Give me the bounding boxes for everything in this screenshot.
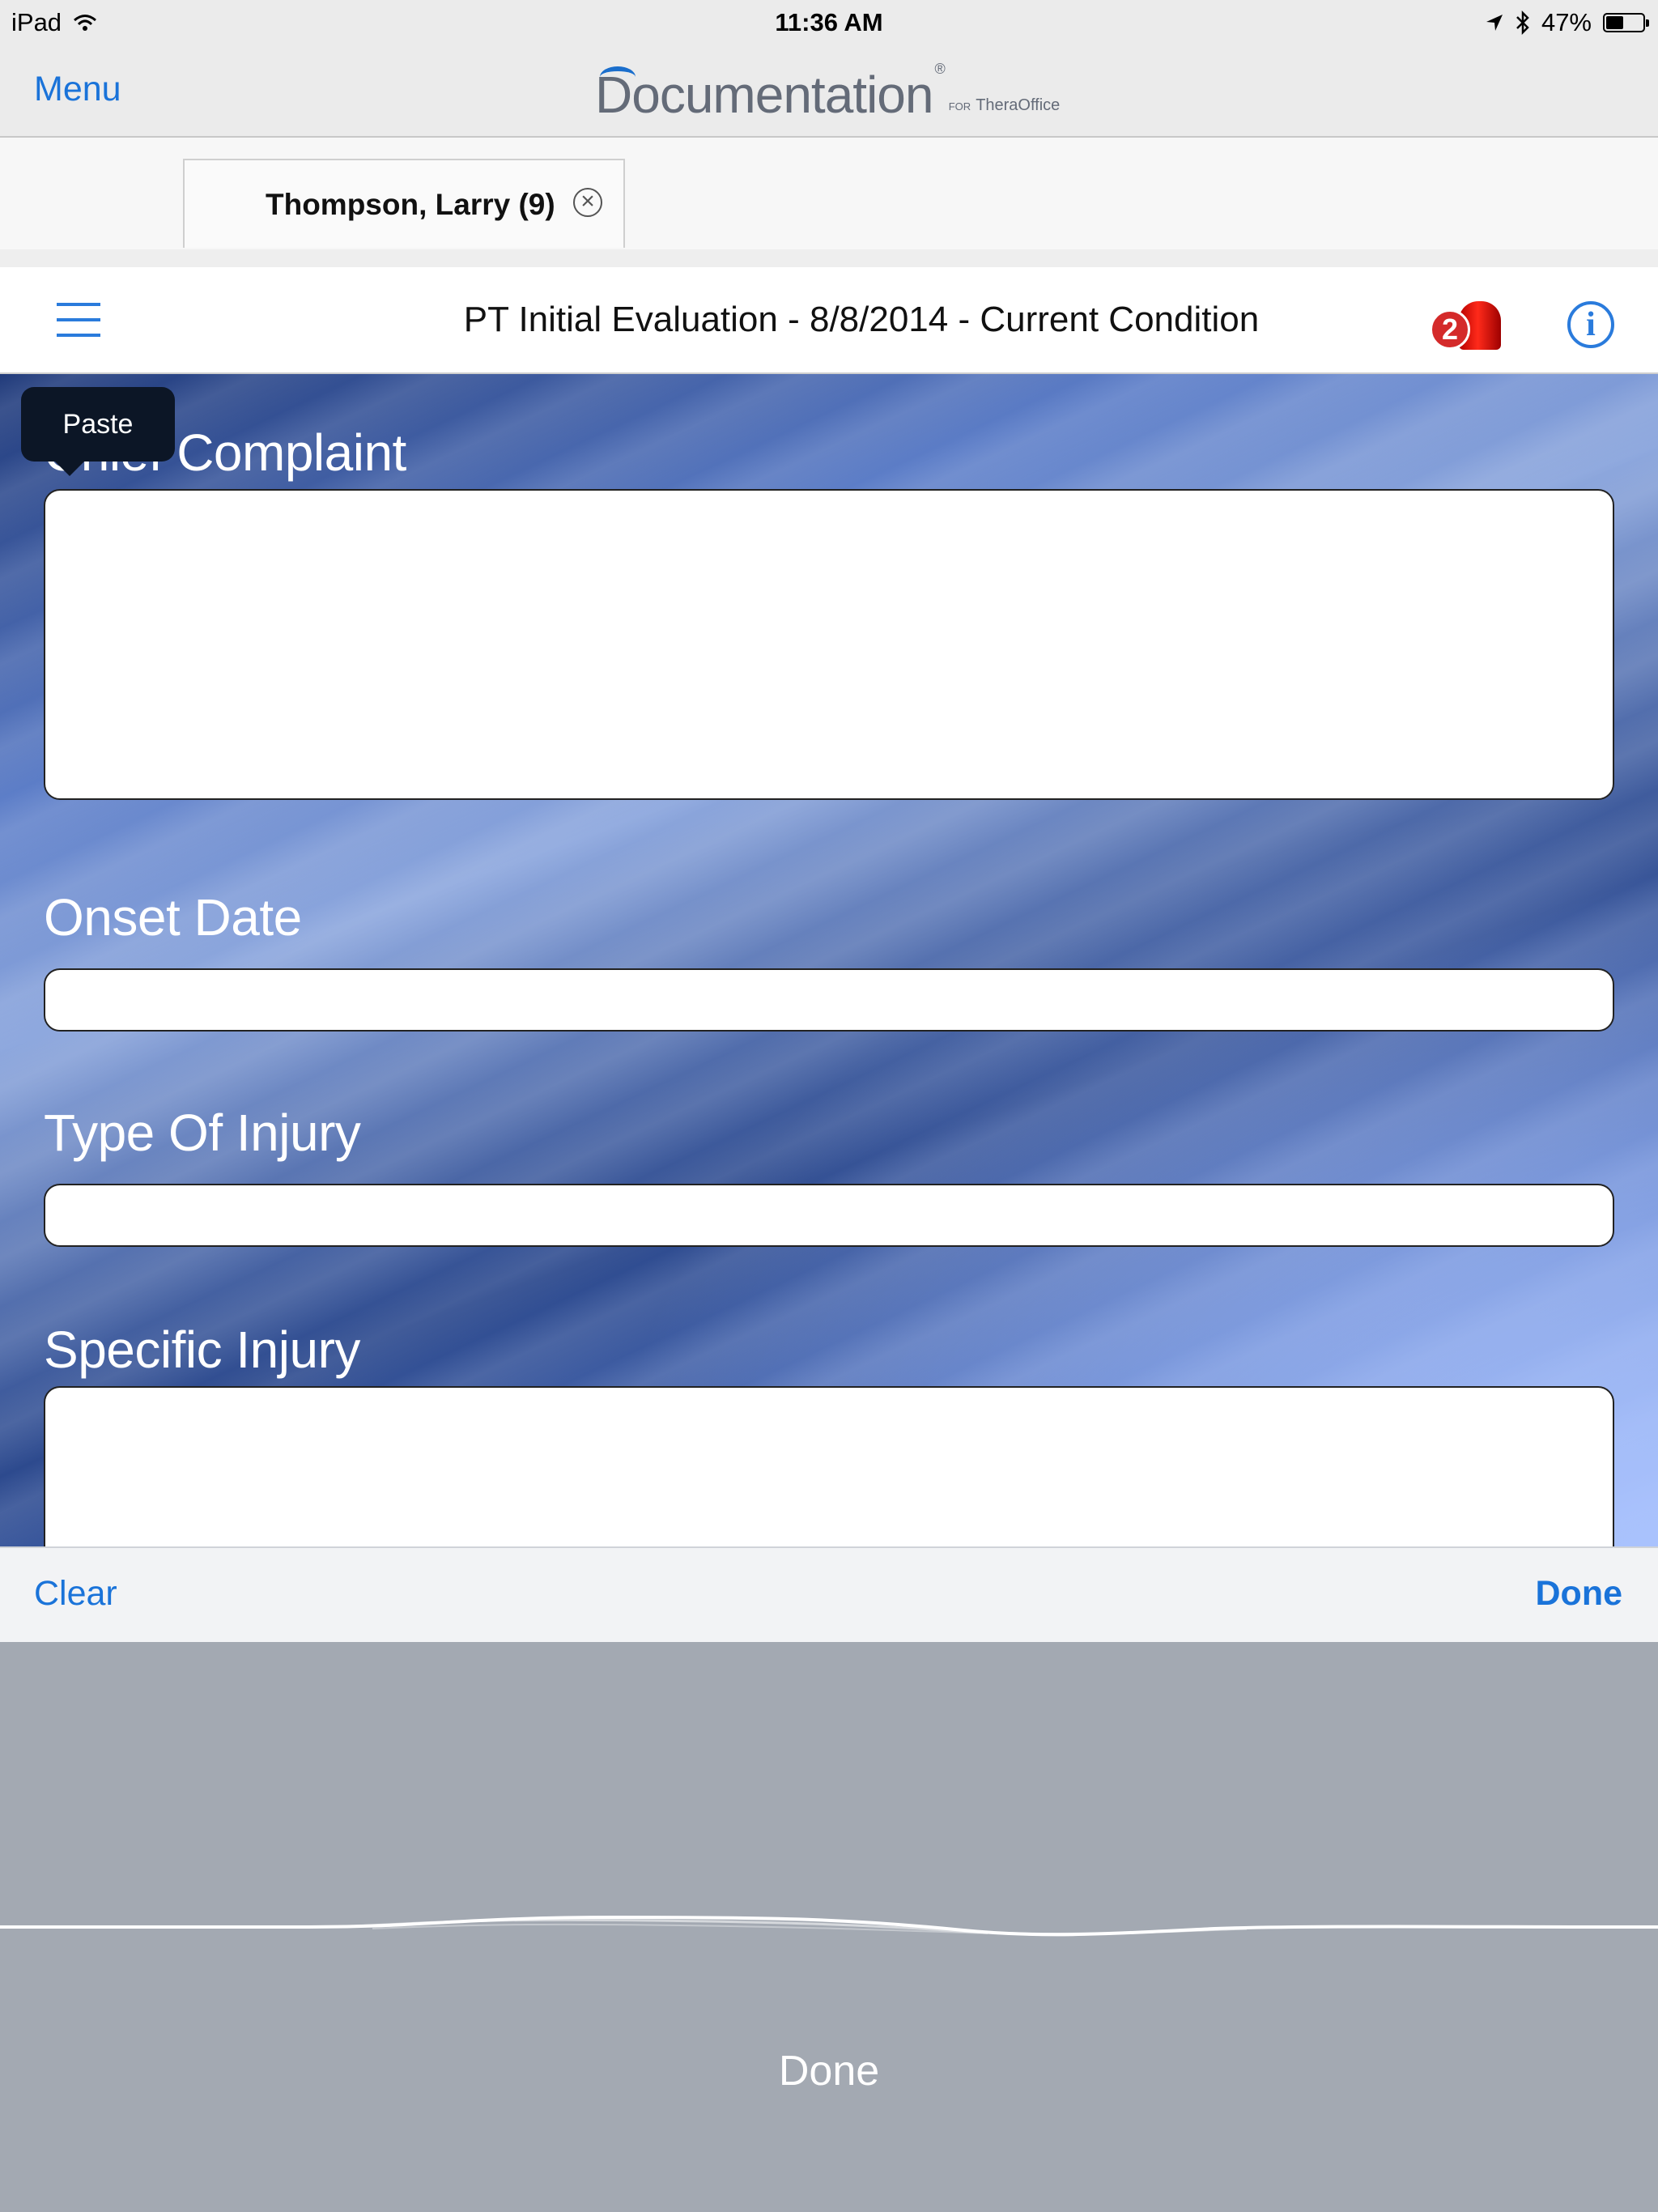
- tab-strip-divider: [0, 249, 1658, 267]
- info-icon[interactable]: i: [1567, 301, 1614, 348]
- chief-complaint-textarea[interactable]: [44, 489, 1614, 800]
- location-arrow-icon: [1486, 15, 1503, 31]
- onset-date-field[interactable]: [44, 968, 1614, 1032]
- paste-tooltip-button[interactable]: Paste: [21, 387, 175, 476]
- document-title: PT Initial Evaluation - 8/8/2014 - Curre…: [463, 300, 1260, 339]
- alert-siren-icon[interactable]: 2: [1430, 300, 1504, 353]
- logo-wordmark: Documentation: [595, 66, 933, 124]
- app-nav-bar: Menu Documentation ® FOR TheraOffice: [0, 45, 1658, 138]
- bluetooth-icon: [1516, 11, 1529, 35]
- clear-button[interactable]: Clear: [34, 1574, 117, 1614]
- patient-tab-label: Thompson, Larry (9): [266, 188, 555, 221]
- document-header: PT Initial Evaluation - 8/8/2014 - Curre…: [0, 267, 1658, 374]
- dictation-done-button[interactable]: Done: [0, 2047, 1658, 2095]
- app-logo: Documentation ® FOR TheraOffice: [595, 60, 1060, 125]
- battery-percent: 47%: [1541, 8, 1592, 36]
- specific-injury-textarea[interactable]: [44, 1386, 1614, 1546]
- alert-count-badge: 2: [1430, 309, 1470, 350]
- logo-for: FOR: [948, 100, 971, 113]
- toolbar-done-button[interactable]: Done: [1536, 1574, 1623, 1614]
- status-bar: iPad 11:36 AM 47%: [0, 0, 1658, 45]
- logo-subtitle: FOR TheraOffice: [949, 96, 1061, 115]
- battery-icon: [1603, 13, 1649, 32]
- close-circle-icon[interactable]: ×: [573, 188, 602, 217]
- logo-registered-mark: ®: [934, 61, 946, 77]
- logo-sub-text: TheraOffice: [976, 96, 1061, 114]
- onset-date-label: Onset Date: [44, 888, 302, 946]
- battery-fill: [1606, 16, 1623, 29]
- type-of-injury-field[interactable]: [44, 1184, 1614, 1247]
- menu-button[interactable]: Menu: [34, 70, 121, 109]
- form-area: Chief Complaint Onset Date Type Of Injur…: [0, 374, 1658, 1546]
- dictation-waveform: [0, 1915, 1658, 1937]
- type-of-injury-label: Type Of Injury: [44, 1104, 361, 1162]
- keyboard-toolbar: Clear Done: [0, 1546, 1658, 1642]
- status-time: 11:36 AM: [775, 8, 883, 36]
- dictation-panel: Done: [0, 1642, 1658, 2212]
- patient-tabs: Thompson, Larry (9) ×: [0, 138, 1658, 267]
- patient-tab[interactable]: Thompson, Larry (9) ×: [183, 159, 625, 248]
- specific-injury-label: Specific Injury: [44, 1321, 360, 1379]
